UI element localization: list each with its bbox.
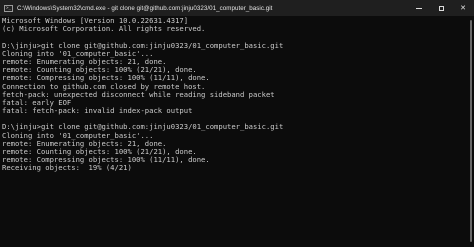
console-line: Cloning into '01_computer_basic'... bbox=[2, 49, 154, 58]
console-line: D:\jinju>git clone git@github.com:jinju0… bbox=[2, 123, 284, 132]
scrollbar-thumb[interactable] bbox=[470, 20, 472, 242]
console-line: remote: Enumerating objects: 21, done. bbox=[2, 57, 167, 66]
terminal-icon-prompt: >_ bbox=[6, 5, 11, 10]
title-bar[interactable]: >_ C:\Windows\System32\cmd.exe - git clo… bbox=[0, 0, 474, 16]
terminal-icon: >_ bbox=[4, 4, 13, 12]
minimize-icon bbox=[416, 7, 422, 9]
window-title: C:\Windows\System32\cmd.exe - git clone … bbox=[17, 4, 273, 12]
console-line: remote: Compressing objects: 100% (11/11… bbox=[2, 74, 210, 83]
console-line: D:\jinju>git clone git@github.com:jinju0… bbox=[2, 41, 284, 50]
console-line: remote: Enumerating objects: 21, done. bbox=[2, 139, 167, 148]
maximize-icon bbox=[438, 5, 444, 11]
console-line: remote: Counting objects: 100% (21/21), … bbox=[2, 66, 197, 75]
console-line: remote: Counting objects: 100% (21/21), … bbox=[2, 148, 197, 156]
console-line: (c) Microsoft Corporation. All rights re… bbox=[2, 25, 206, 34]
maximize-button[interactable] bbox=[430, 0, 452, 16]
minimize-button[interactable] bbox=[408, 0, 430, 16]
console-line: Microsoft Windows [Version 10.0.22631.43… bbox=[2, 17, 189, 25]
console-line: Connection to github.com closed by remot… bbox=[2, 82, 206, 91]
console-line: Receiving objects: 19% (4/21) bbox=[2, 164, 132, 173]
console-output[interactable]: Microsoft Windows [Version 10.0.22631.43… bbox=[2, 17, 462, 245]
close-button[interactable]: ✕ bbox=[452, 0, 474, 16]
cmd-window: >_ C:\Windows\System32\cmd.exe - git clo… bbox=[0, 0, 474, 247]
console-line: fatal: early EOF bbox=[2, 98, 72, 107]
vertical-scrollbar[interactable] bbox=[467, 16, 474, 247]
window-controls: ✕ bbox=[408, 0, 474, 16]
console-line: remote: Compressing objects: 100% (11/11… bbox=[2, 156, 210, 165]
console-line: fetch-pack: unexpected disconnect while … bbox=[2, 90, 275, 99]
console-line: Cloning into '01_computer_basic'... bbox=[2, 131, 154, 140]
close-icon: ✕ bbox=[460, 3, 466, 12]
console-line: fatal: fetch-pack: invalid index-pack ou… bbox=[2, 107, 193, 116]
